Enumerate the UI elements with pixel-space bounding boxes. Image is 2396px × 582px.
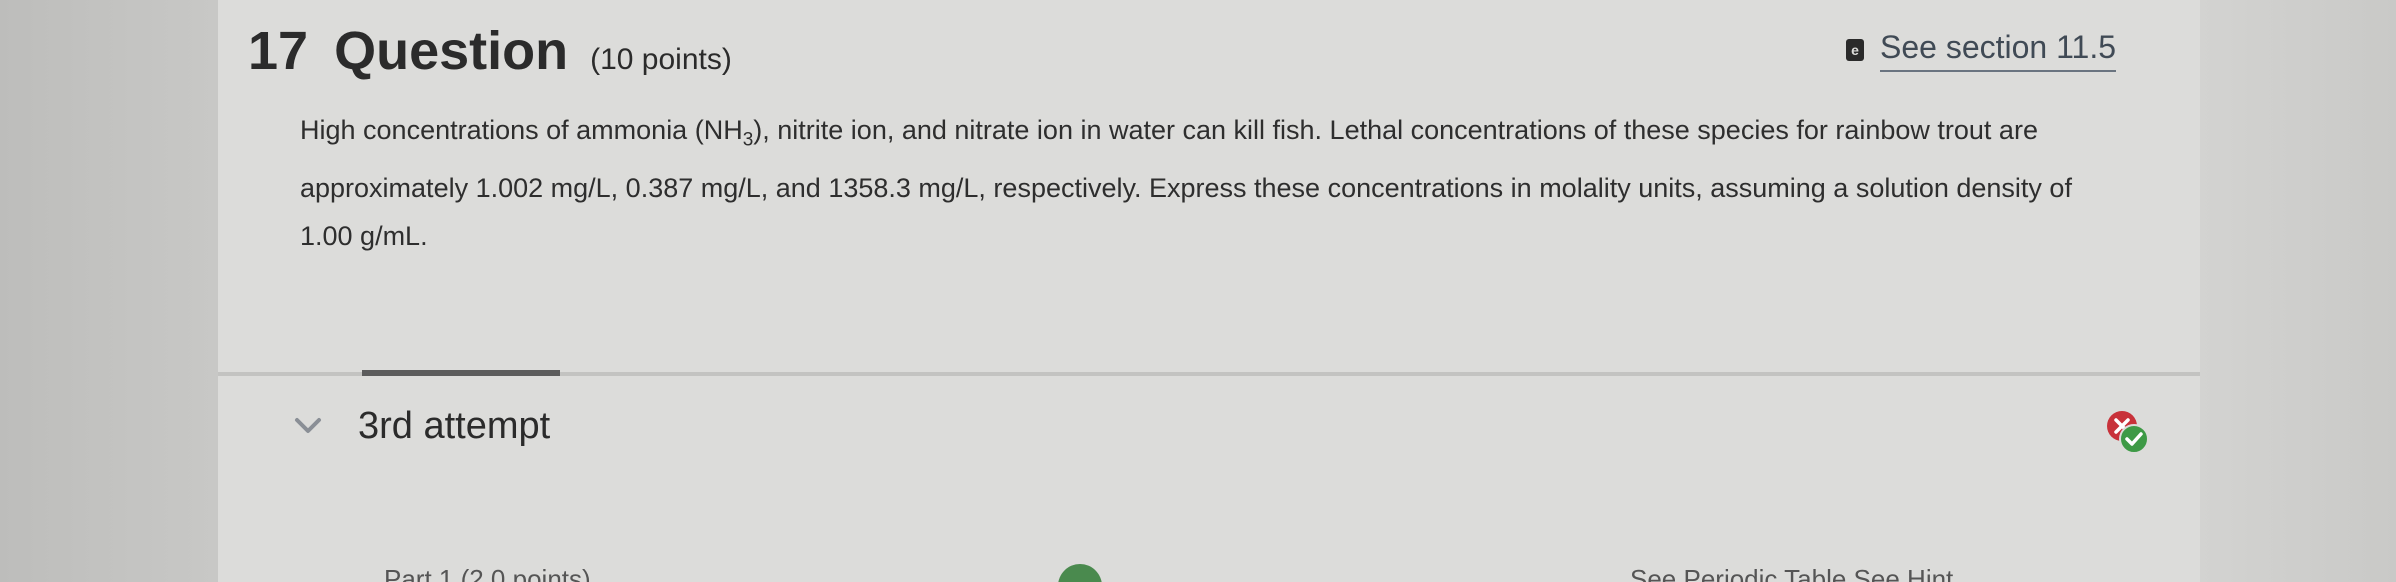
question-text-part: ), nitrite ion, and nitrate ion in water… — [753, 115, 2038, 145]
attempt-status — [2104, 408, 2152, 456]
part-label-partial: Part 1 (2.0 points) — [384, 564, 591, 582]
part-status-icon — [1058, 564, 1102, 582]
question-number: 17 — [248, 21, 309, 81]
question-text-line-3: 1.00 g/mL. — [300, 221, 428, 252]
right-margin — [2200, 0, 2396, 582]
question-header: 17 Question (10 points) — [248, 20, 732, 90]
see-section-link[interactable]: e See section 11.5 — [1846, 26, 2117, 74]
question-points: (10 points) — [590, 43, 732, 76]
ebook-icon-letter: e — [1851, 42, 1859, 58]
question-text-line-2: approximately 1.002 mg/L, 0.387 mg/L, an… — [300, 173, 2072, 204]
chevron-down-icon[interactable] — [290, 408, 326, 444]
see-section-label[interactable]: See section 11.5 — [1880, 29, 2117, 72]
ebook-icon: e — [1846, 39, 1864, 61]
question-text-part: High concentrations of ammonia (NH — [300, 115, 743, 145]
question-text: High concentrations of ammonia (NH3), ni… — [300, 106, 2130, 260]
next-part-preview: Part 1 (2.0 points) See Periodic Table S… — [300, 558, 2200, 582]
question-text-line-1: High concentrations of ammonia (NH3), ni… — [300, 106, 2130, 164]
subscript-3: 3 — [742, 129, 754, 151]
left-margin — [0, 0, 218, 582]
question-title: Question — [334, 21, 569, 81]
correct-check-icon — [2119, 424, 2149, 454]
attempt-toggle[interactable]: 3rd attempt — [290, 398, 550, 454]
tools-partial: See Periodic Table See Hint — [1630, 564, 1954, 582]
active-tab-indicator — [362, 370, 560, 376]
attempt-label[interactable]: 3rd attempt — [358, 405, 550, 448]
